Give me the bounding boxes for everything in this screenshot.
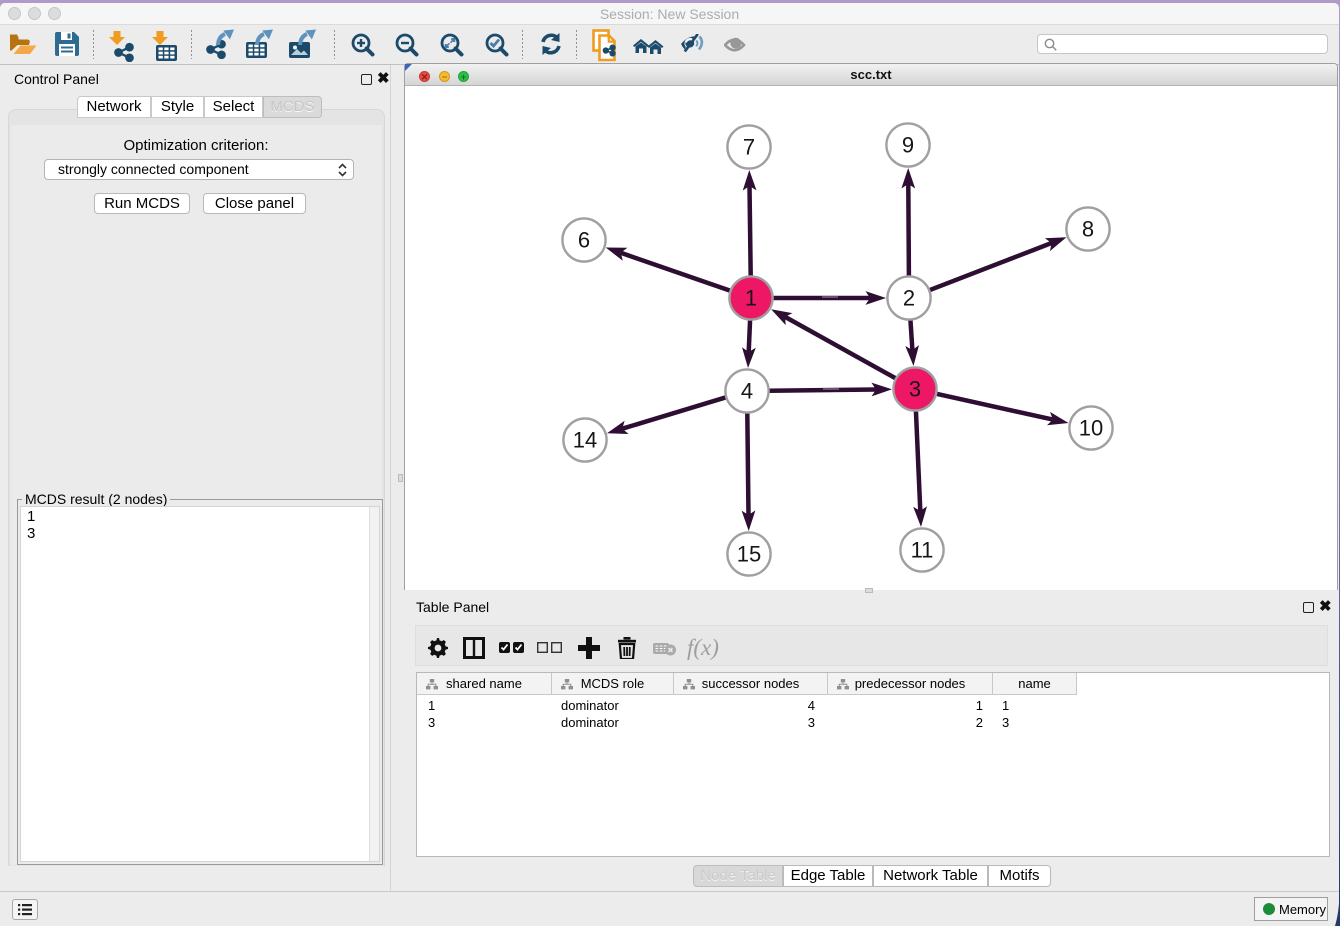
- svg-text:11: 11: [911, 538, 934, 563]
- svg-text:6: 6: [578, 228, 590, 253]
- svg-text:f(x): f(x): [687, 635, 719, 660]
- svg-text:1: 1: [745, 286, 757, 311]
- svg-text:2: 2: [903, 286, 915, 311]
- svg-text:7: 7: [743, 135, 755, 160]
- svg-text:3: 3: [909, 377, 921, 402]
- svg-text:14: 14: [573, 428, 597, 453]
- svg-text:15: 15: [737, 542, 761, 567]
- svg-text:8: 8: [1082, 217, 1094, 242]
- svg-text:4: 4: [741, 379, 753, 404]
- svg-text:10: 10: [1079, 416, 1103, 441]
- svg-text:9: 9: [902, 133, 914, 158]
